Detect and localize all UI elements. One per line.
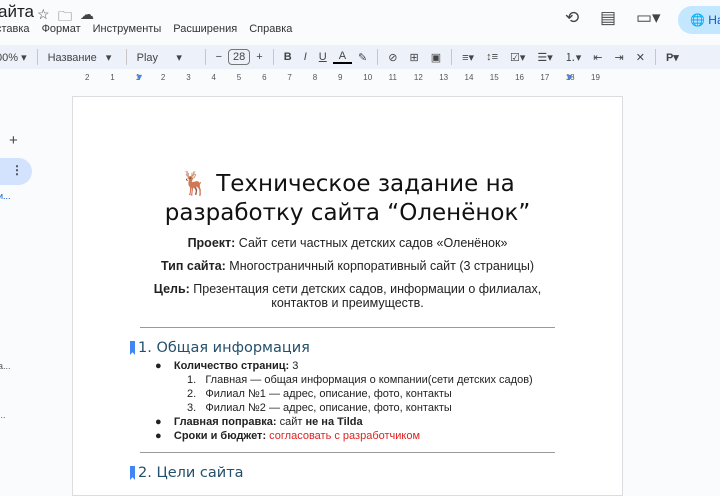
list-item: ● Главная поправка: сайт не на Tilda <box>155 416 363 428</box>
menu-bar: ставка Формат Инструменты Расширения Спр… <box>0 23 292 35</box>
comments-icon[interactable]: ▤ <box>600 8 616 28</box>
decrease-font-button[interactable]: − <box>210 51 228 63</box>
ruler-tick: 5 <box>236 73 242 82</box>
goal-line-2: контактов и преимуществ. <box>271 296 424 310</box>
indent-marker-icon[interactable]: ▼ <box>135 72 144 82</box>
ruler-tick: 7 <box>287 73 292 82</box>
project-line: Проект: Сайт сети частных детских садов … <box>187 236 508 250</box>
ruler-tick: 16 <box>515 73 524 82</box>
goal-line: Цель: Презентация сети детских садов, ин… <box>153 282 542 296</box>
deer-emoji: 🦌 <box>180 171 209 197</box>
doc-title[interactable]: айта <box>0 2 34 22</box>
list-item: 2. Филиал №1 — адрес, описание, фото, ко… <box>187 388 452 400</box>
ruler-tick: 15 <box>489 73 499 82</box>
ruler-tick: 17 <box>540 73 550 82</box>
clear-formatting-icon[interactable]: ✕ <box>630 51 651 64</box>
add-comment-icon[interactable]: ⊞ <box>403 51 424 64</box>
highlight-icon[interactable]: ✎ <box>352 51 373 64</box>
increase-indent-icon[interactable]: ⇥ <box>609 51 630 64</box>
ruler-tick: 9 <box>338 73 343 82</box>
list-item: 3. Филиал №2 — адрес, описание, фото, ко… <box>187 402 452 414</box>
underline-button[interactable]: U <box>313 51 333 63</box>
toolbar: 00% ▾ Название ▾ Play ▾ − 28 + B I U A ✎… <box>0 45 720 69</box>
decrease-indent-icon[interactable]: ⇤ <box>587 51 608 64</box>
numbered-list-icon[interactable]: ⒈▾ <box>559 49 588 65</box>
ruler-tick: 6 <box>262 73 267 82</box>
ruler-tick: 19 <box>591 73 600 82</box>
ruler-tick: 1 <box>110 73 115 82</box>
ruler-tick: 2 <box>160 73 166 82</box>
menu-tools[interactable]: Инструменты <box>93 23 162 35</box>
font-size-input[interactable]: 28 <box>228 49 251 65</box>
menu-extensions[interactable]: Расширения <box>173 23 237 35</box>
bookmark-icon <box>130 341 135 355</box>
link-icon[interactable]: ⊘ <box>382 51 403 64</box>
bookmark-icon <box>130 466 135 480</box>
ruler-tick: 2 <box>85 73 90 82</box>
globe-icon: 🌐 <box>690 13 705 27</box>
menu-help[interactable]: Справка <box>249 23 292 35</box>
ruler-tick: 14 <box>464 73 474 82</box>
more-options-icon[interactable]: ⋮ <box>11 163 23 177</box>
image-icon[interactable]: ▣ <box>425 51 447 64</box>
ruler-tick: 13 <box>439 73 449 82</box>
ruler-tick: 3 <box>186 73 191 82</box>
ruler-tick: 10 <box>363 73 373 82</box>
ruler[interactable]: 2 1 1 2 3 4 5 6 7 8 9 10 11 12 13 14 15 16 17 18 19 ▼ ▼ <box>72 72 632 86</box>
add-tab-icon[interactable]: + <box>9 132 18 149</box>
menu-insert[interactable]: ставка <box>0 23 30 35</box>
align-icon[interactable]: ≡▾ <box>456 51 480 64</box>
editing-mode-icon[interactable]: P▾ <box>660 51 685 64</box>
history-icon[interactable]: ⟲ <box>565 8 579 28</box>
menu-format[interactable]: Формат <box>42 23 81 35</box>
italic-button[interactable]: I <box>298 51 313 63</box>
type-line: Тип сайта: Многостраничный корпоративный… <box>160 259 535 273</box>
font-select[interactable]: Play ▾ <box>131 51 201 64</box>
list-item: ● Количество страниц: 3 <box>155 360 299 372</box>
meet-icon[interactable]: ▭▾ <box>636 8 661 28</box>
outline-item[interactable]: ... <box>0 410 6 420</box>
star-icon[interactable]: ☆ <box>37 6 50 23</box>
doc-heading-line2: разработку сайта “Оленёнок” <box>164 200 531 226</box>
bullet-list-icon[interactable]: ☰▾ <box>531 51 558 64</box>
increase-font-button[interactable]: + <box>250 51 268 63</box>
line-spacing-icon[interactable]: ↕≡ <box>480 51 504 63</box>
ruler-tick: 11 <box>388 73 397 82</box>
list-item: 1. Главная — общая информация о компании… <box>187 374 533 386</box>
ruler-tick: 8 <box>312 73 318 82</box>
section-heading: 1. Общая информация <box>130 340 310 356</box>
indent-marker-icon[interactable]: ▼ <box>565 72 574 82</box>
list-item: ● Сроки и бюджет: согласовать с разработ… <box>155 430 421 442</box>
text-color-button[interactable]: A <box>332 50 353 64</box>
style-select[interactable]: Название ▾ <box>42 51 122 64</box>
cloud-status-icon[interactable]: ☁ <box>80 6 94 23</box>
zoom-select[interactable]: 00% ▾ <box>0 51 33 64</box>
ruler-tick: 12 <box>413 73 423 82</box>
checklist-icon[interactable]: ☑▾ <box>504 51 531 64</box>
divider <box>140 327 555 328</box>
share-button[interactable]: 🌐 На <box>678 6 720 34</box>
section-heading: 2. Цели сайта <box>130 465 244 481</box>
ruler-tick: 4 <box>211 73 216 82</box>
divider <box>140 452 555 453</box>
outline-item[interactable]: а... <box>0 361 11 371</box>
outline-item[interactable]: и... <box>0 191 11 201</box>
bold-button[interactable]: B <box>278 51 298 63</box>
doc-heading-line1: 🦌 Техническое задание на <box>180 171 515 197</box>
